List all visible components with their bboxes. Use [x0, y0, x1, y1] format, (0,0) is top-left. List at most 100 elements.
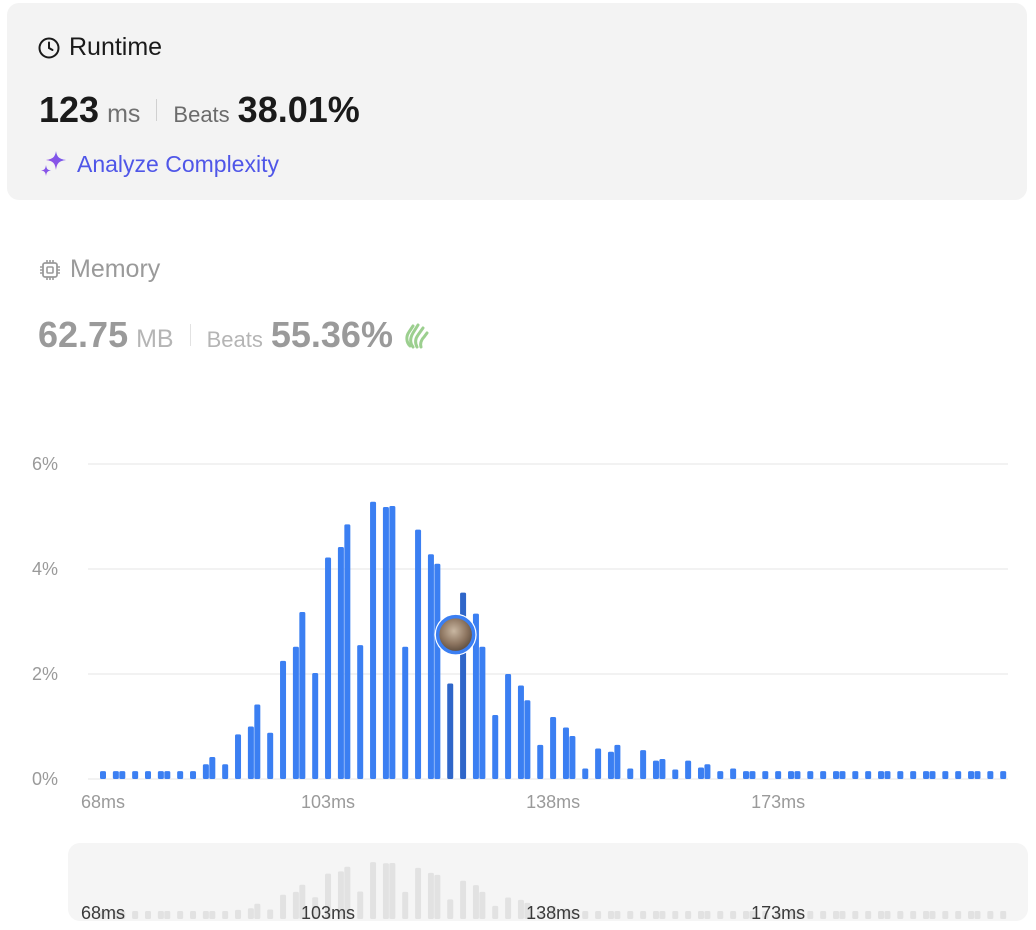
- chart-bar: [402, 646, 409, 779]
- chart-bar: [492, 714, 499, 779]
- chart-bar: [524, 700, 531, 779]
- navigator-bar: [839, 911, 846, 919]
- chart-bar: [743, 771, 749, 779]
- chart-bar: [672, 769, 679, 779]
- chart-bar: [100, 771, 106, 779]
- navigator-bar: [582, 911, 589, 919]
- chart-bar: [955, 771, 962, 779]
- navigator-bar: [254, 903, 261, 919]
- x-tick-label: 103ms: [301, 792, 355, 812]
- navigator-bar: [280, 894, 287, 919]
- navigator-bar: [910, 911, 917, 919]
- navigator-tick-label: 173ms: [751, 903, 805, 923]
- x-tick-label: 173ms: [751, 792, 805, 812]
- navigator-bar: [730, 911, 737, 919]
- chart-bar: [833, 771, 840, 779]
- chart-bar: [157, 771, 164, 779]
- navigator-bar: [479, 891, 486, 919]
- chart-bar: [569, 735, 576, 779]
- chart-bar: [202, 764, 209, 779]
- chart-bar: [659, 759, 666, 779]
- runtime-card[interactable]: Runtime 123 ms Beats 38.01% Analyze Comp…: [7, 3, 1027, 200]
- navigator-bar: [987, 911, 994, 919]
- navigator-bar: [968, 911, 975, 919]
- navigator-bar: [517, 899, 524, 919]
- memory-title-label: Memory: [70, 255, 161, 283]
- navigator-bar: [202, 911, 209, 919]
- chart-bar: [697, 767, 704, 779]
- navigator-bar: [743, 911, 749, 919]
- navigator-bar: [132, 911, 139, 919]
- y-tick-label: 6%: [32, 454, 58, 474]
- chart-bar: [717, 771, 724, 779]
- y-tick-label: 0%: [32, 769, 58, 789]
- clock-icon: [38, 37, 60, 58]
- y-tick-label: 4%: [32, 559, 58, 579]
- navigator-bar: [247, 908, 254, 919]
- navigator-bar: [652, 911, 659, 919]
- chart-bar: [627, 768, 634, 779]
- chart-bar: [479, 646, 486, 779]
- navigator-bar: [807, 911, 814, 919]
- navigator-bar: [607, 911, 614, 919]
- chart-bar: [775, 771, 782, 779]
- y-tick-label: 2%: [32, 664, 58, 684]
- navigator-bar: [685, 911, 692, 919]
- chart-bar: [389, 506, 396, 779]
- chart-bar: [132, 771, 139, 779]
- chart-bar: [749, 771, 756, 779]
- chart-bar: [337, 546, 344, 779]
- navigator-bar: [209, 911, 216, 919]
- chart-bar: [878, 771, 885, 779]
- chart-bar: [209, 756, 216, 779]
- x-tick-label: 68ms: [81, 792, 125, 812]
- navigator-bar: [190, 911, 197, 919]
- navigator-bar: [820, 911, 827, 919]
- chart-bar: [254, 704, 261, 779]
- navigator-bar: [164, 911, 171, 919]
- navigator-bar: [672, 911, 679, 919]
- chart-bar: [582, 768, 589, 779]
- user-avatar-marker[interactable]: [434, 613, 477, 656]
- chart-bar: [607, 751, 614, 779]
- chart-bar: [923, 771, 930, 779]
- navigator-bar: [402, 891, 409, 919]
- waving-hands-icon: [405, 323, 429, 349]
- chart-navigator-preview[interactable]: 68ms 103ms 138ms 173ms: [68, 843, 1028, 923]
- memory-title[interactable]: Memory: [38, 255, 160, 284]
- navigator-bar: [472, 885, 479, 919]
- navigator-bar: [595, 911, 602, 919]
- memory-beats-value: 55.36%: [270, 314, 393, 355]
- chart-bar: [807, 771, 814, 779]
- navigator-bar: [447, 899, 454, 919]
- divider: [156, 99, 158, 121]
- chart-bar: [267, 732, 274, 779]
- chart-bar: [235, 734, 242, 779]
- chart-bar: [280, 660, 287, 779]
- chart-bar: [640, 750, 647, 779]
- navigator-bar: [157, 911, 164, 919]
- chart-bar: [788, 771, 795, 779]
- chart-bar: [730, 768, 737, 779]
- runtime-title-label: Runtime: [69, 33, 163, 61]
- chart-bar: [884, 771, 891, 779]
- navigator-bar: [833, 911, 840, 919]
- avatar-image: [435, 614, 476, 655]
- navigator-bar: [382, 863, 389, 919]
- navigator-bar: [235, 909, 242, 919]
- chart-bar: [370, 501, 377, 779]
- navigator-tick-label: 68ms: [81, 903, 125, 923]
- runtime-distribution-chart[interactable]: 0% 2% 4% 6% 68ms 103ms 138ms 173ms: [0, 440, 1036, 830]
- memory-stat-row[interactable]: 62.75 MB Beats 55.36%: [38, 314, 431, 356]
- runtime-value: 123: [39, 89, 100, 130]
- analyze-complexity-button[interactable]: Analyze Complexity: [39, 149, 279, 179]
- navigator-bar: [659, 911, 666, 919]
- navigator-bar: [1000, 911, 1007, 919]
- runtime-beats-label: Beats: [173, 102, 230, 127]
- chart-bar: [112, 771, 119, 779]
- chart-bar: [550, 717, 557, 779]
- navigator-bar: [884, 911, 891, 919]
- memory-value: 62.75: [38, 314, 129, 355]
- chart-bar: [177, 771, 184, 779]
- navigator-tick-label: 103ms: [301, 903, 355, 923]
